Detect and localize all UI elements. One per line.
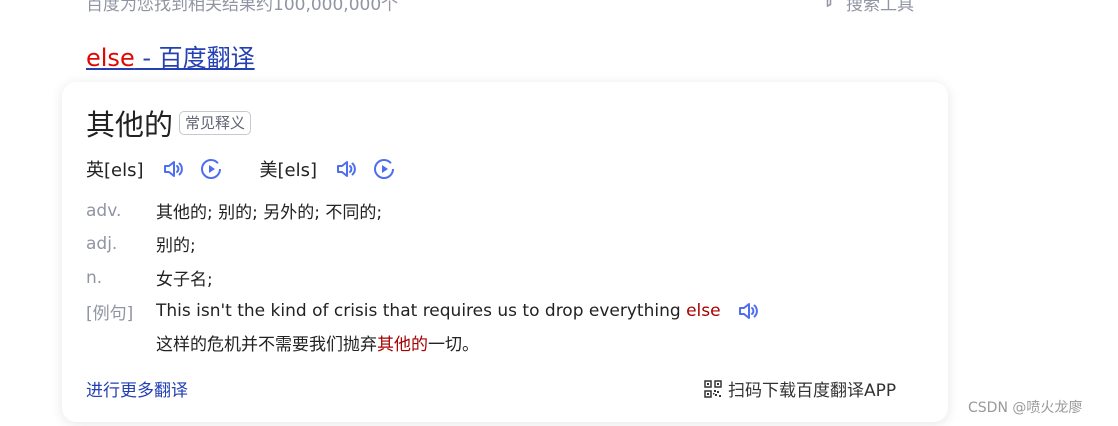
example-cn-after: 一切。 <box>428 335 479 355</box>
definition-meaning: 其他的; 别的; 另外的; 不同的; <box>156 203 383 223</box>
example-en-keyword: else <box>686 301 721 321</box>
example-cn-highlight: 其他的 <box>377 335 428 355</box>
play-icon[interactable] <box>198 156 224 182</box>
headword-row: 其他的 常见释义 <box>86 102 252 144</box>
search-tools-label: 搜索工具 <box>846 0 914 15</box>
result-stats: 百度为您找到相关结果约100,000,000个 <box>86 0 399 15</box>
example-sentence-en: This isn't the kind of crisis that requi… <box>156 298 761 324</box>
definition-meaning: 别的; <box>156 236 196 256</box>
example-sentence-cn: 这样的危机并不需要我们抛弃其他的一切。 <box>156 330 479 355</box>
search-tools-button[interactable]: 搜索工具 <box>820 0 914 15</box>
more-translation-link[interactable]: 进行更多翻译 <box>86 376 188 401</box>
part-of-speech: adv. <box>86 200 122 221</box>
speaker-icon[interactable] <box>735 298 761 324</box>
result-title-keyword: else <box>86 44 135 72</box>
headword-tag: 常见释义 <box>179 111 252 135</box>
download-app-link[interactable]: 扫码下载百度翻译APP <box>704 376 896 401</box>
speaker-icon[interactable] <box>160 156 186 182</box>
definition-row: adv. 其他的; 别的; 另外的; 不同的; <box>86 198 383 224</box>
definition-row: n. 女子名; <box>86 265 213 291</box>
phonetics-row: 英[els] 美[els] <box>86 156 397 182</box>
example-tag: [例句] <box>86 303 134 324</box>
part-of-speech: n. <box>86 267 103 288</box>
definition-row: adj. 别的; <box>86 231 196 257</box>
phonetic-uk: 英[els] <box>86 160 144 181</box>
example-cn-before: 这样的危机并不需要我们抛弃 <box>156 335 377 355</box>
phonetic-us: 美[els] <box>259 160 318 181</box>
result-title-rest: - 百度翻译 <box>134 44 255 72</box>
download-app-label: 扫码下载百度翻译APP <box>728 381 897 401</box>
translation-card: 其他的 常见释义 英[els] 美[els] adv. 其他的; 别的; 另外的… <box>62 82 948 422</box>
headword: 其他的 <box>86 108 174 142</box>
filter-icon <box>820 0 838 14</box>
play-icon[interactable] <box>371 156 397 182</box>
result-title-link[interactable]: else - 百度翻译 <box>86 38 255 73</box>
qr-code-icon <box>704 379 722 398</box>
part-of-speech: adj. <box>86 233 118 254</box>
watermark: CSDN @喷火龙廖 <box>968 400 1083 416</box>
definition-meaning: 女子名; <box>156 270 213 290</box>
example-en-text: This isn't the kind of crisis that requi… <box>156 301 687 321</box>
speaker-icon[interactable] <box>333 156 359 182</box>
example-row: [例句] This isn't the kind of crisis that … <box>86 298 761 324</box>
